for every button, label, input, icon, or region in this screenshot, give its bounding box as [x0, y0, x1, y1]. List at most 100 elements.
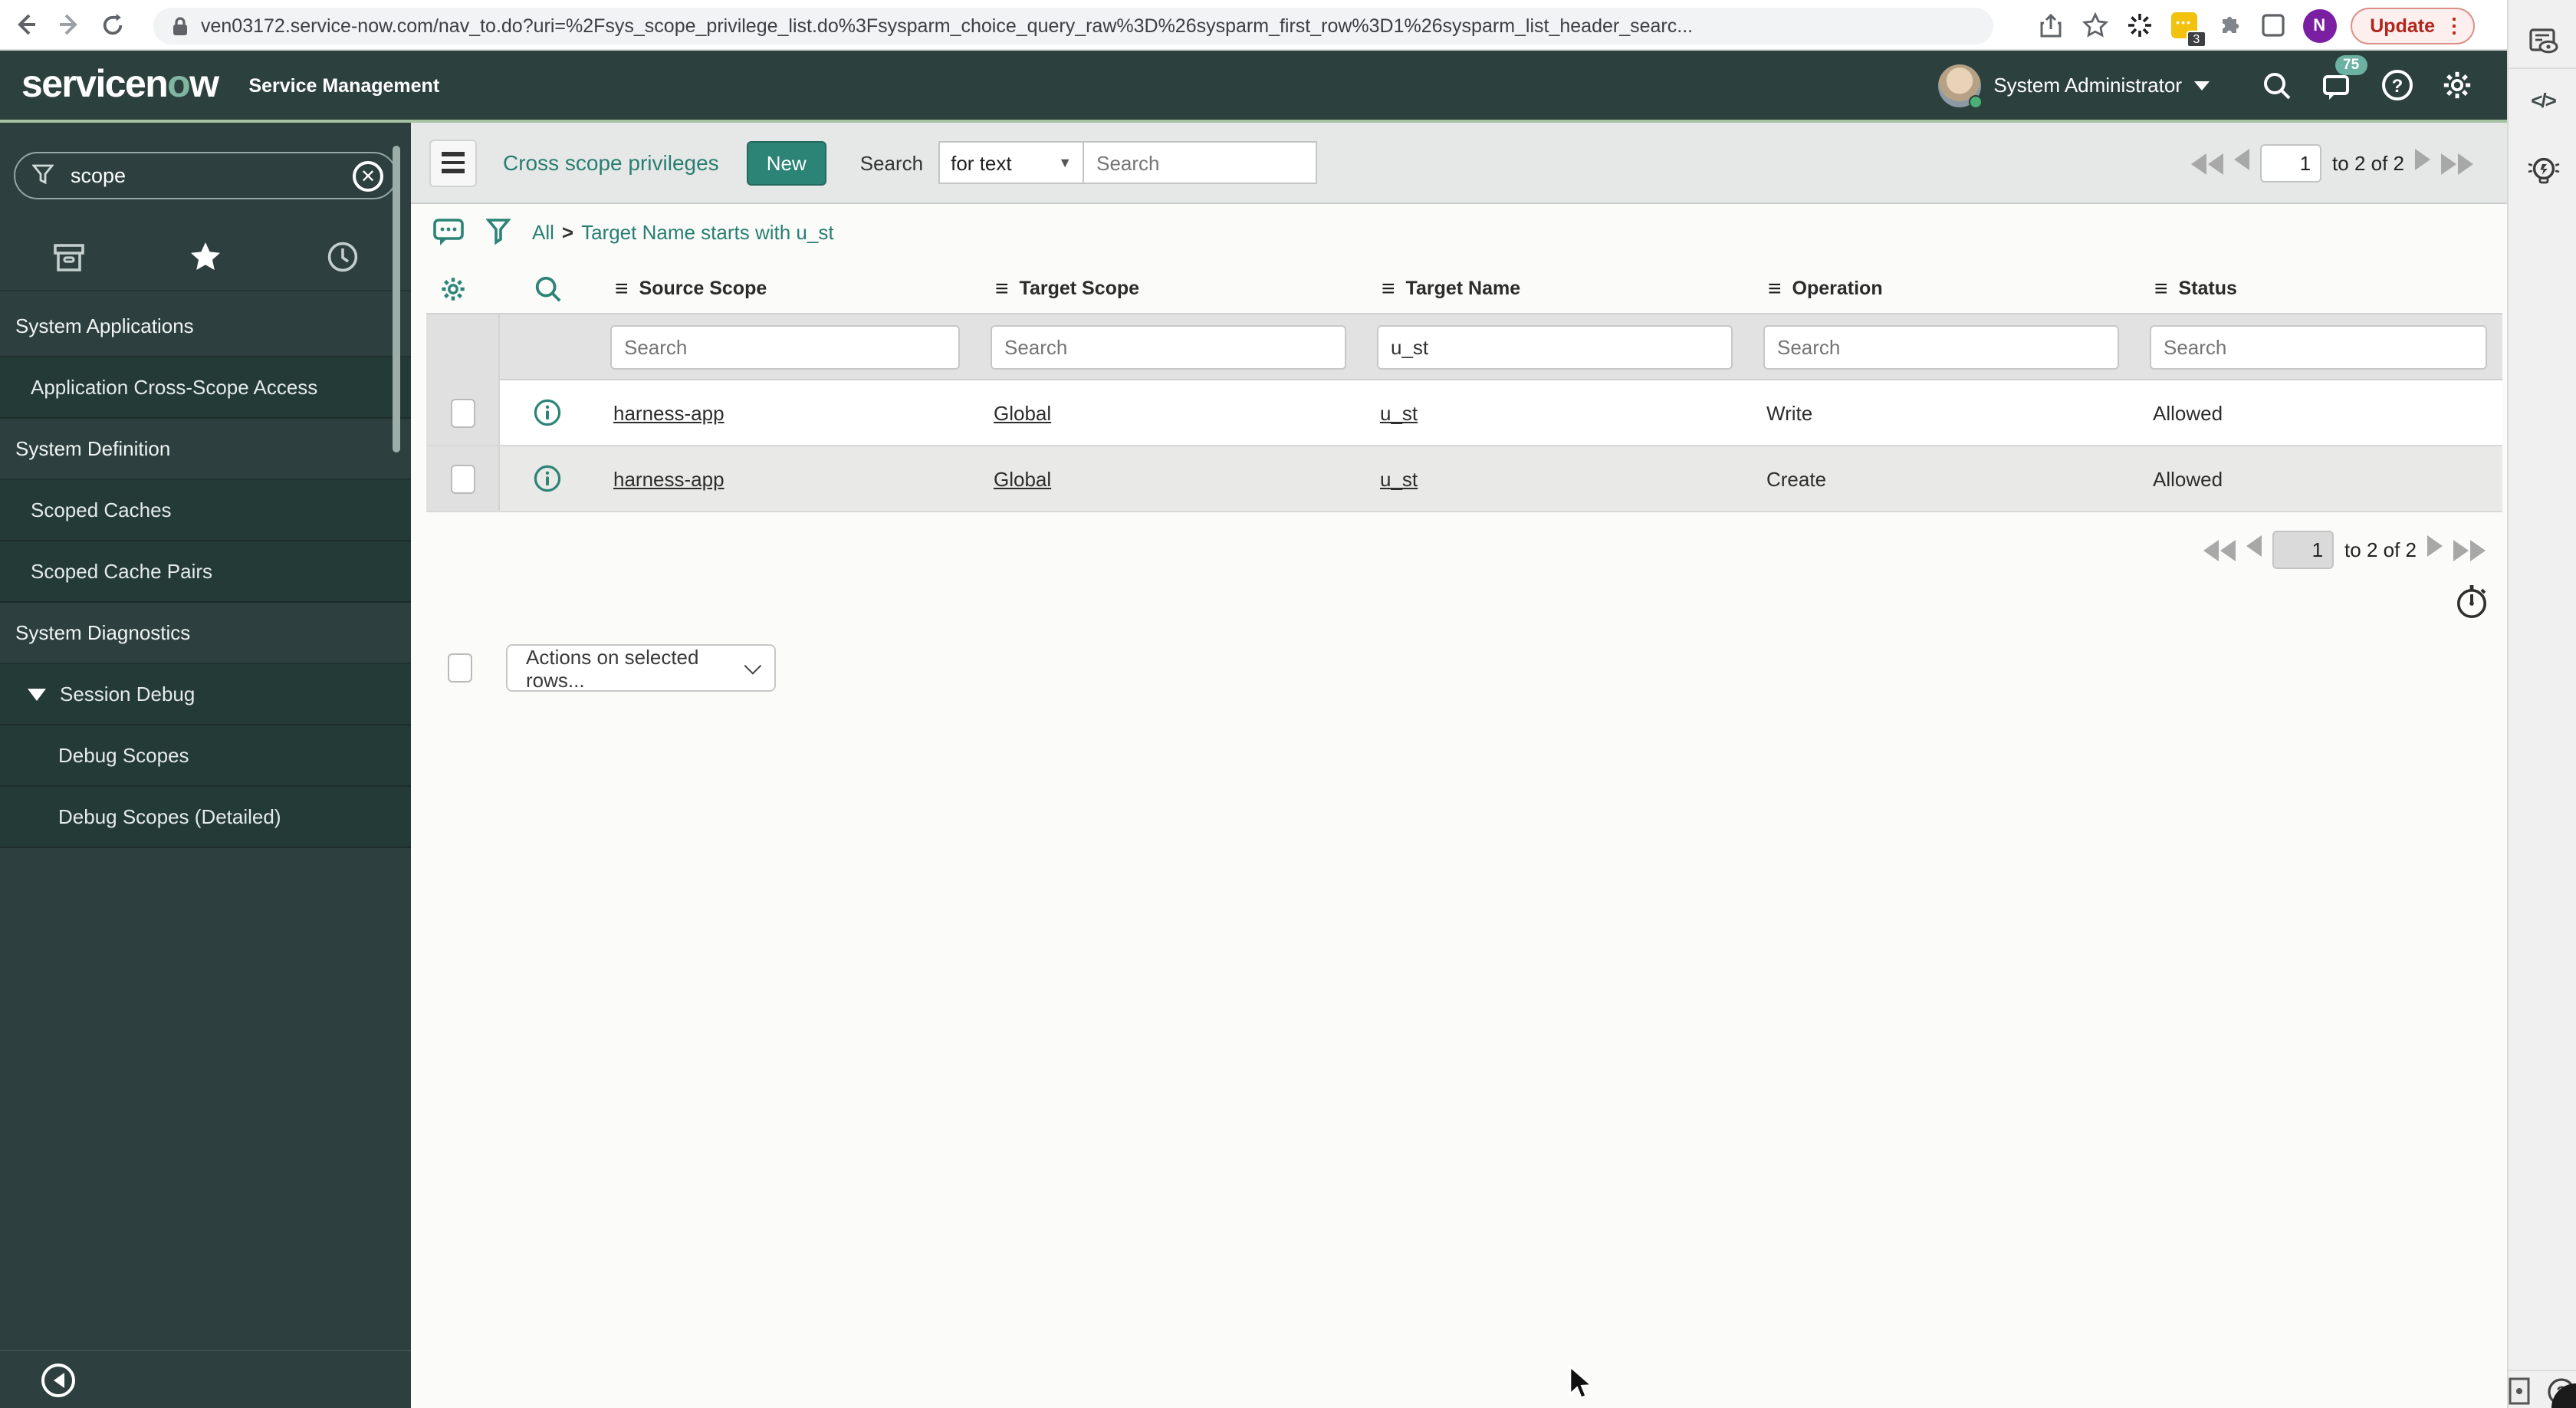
sidebar-item-system-definition[interactable]: System Definition [0, 419, 411, 480]
column-menu-icon[interactable]: ≡ [1768, 277, 1782, 300]
strip-divider [2509, 67, 2576, 69]
last-page-button[interactable] [2453, 539, 2486, 561]
list-search-input[interactable] [1084, 141, 1318, 184]
next-page-button[interactable] [2415, 149, 2430, 178]
global-search-icon[interactable] [2260, 68, 2294, 102]
column-menu-icon[interactable]: ≡ [2154, 277, 2168, 300]
sidebar-item-scoped-caches[interactable]: Scoped Caches [0, 480, 411, 541]
column-search-source-scope[interactable] [610, 325, 960, 370]
user-avatar[interactable] [1938, 64, 1983, 108]
first-page-button[interactable] [2203, 539, 2236, 561]
record-link[interactable]: Global [994, 401, 1051, 424]
tab-favorites[interactable] [189, 241, 223, 273]
record-link[interactable]: u_st [1380, 467, 1418, 490]
prev-page-button[interactable] [2234, 149, 2250, 178]
column-search-target-name[interactable] [1377, 325, 1733, 370]
sidebar-footer [0, 1350, 411, 1408]
column-search-operation[interactable] [1763, 325, 2119, 370]
list-context-menu-button[interactable] [429, 139, 477, 186]
last-page-button[interactable] [2441, 153, 2473, 174]
prev-page-button[interactable] [2246, 535, 2262, 564]
column-header-target-name[interactable]: ≡ Target Name [1362, 277, 1748, 300]
conversations-icon[interactable]: 75 [2320, 54, 2367, 102]
breadcrumb-condition-link[interactable]: Target Name starts with u_st [581, 221, 833, 244]
reading-list-icon[interactable] [2509, 28, 2576, 57]
clear-filter-icon[interactable]: ✕ [353, 160, 383, 191]
sidebar-item-scoped-cache-pairs[interactable]: Scoped Cache Pairs [0, 541, 411, 603]
column-menu-icon[interactable]: ≡ [1382, 277, 1395, 300]
record-link[interactable]: Global [994, 467, 1051, 490]
expanded-triangle-icon[interactable] [28, 688, 46, 700]
list-gear-icon[interactable] [439, 274, 468, 303]
next-page-button[interactable] [2427, 535, 2443, 564]
lock-icon[interactable] [172, 16, 189, 36]
collapse-navigator-button[interactable] [41, 1363, 75, 1396]
filter-navigator-input[interactable] [67, 163, 328, 189]
star-icon [191, 242, 221, 270]
share-icon[interactable] [2036, 10, 2066, 41]
sidebar-scrollbar[interactable] [393, 146, 400, 452]
browser-update-button[interactable]: Update ⋮ [2350, 7, 2475, 44]
row-checkbox[interactable] [450, 398, 475, 427]
sidebar-item-session-debug[interactable]: Session Debug [0, 664, 411, 725]
extension-spinner-icon[interactable] [2124, 10, 2155, 41]
settings-gear-icon[interactable] [2440, 68, 2473, 102]
navigator-filter[interactable]: ✕ [14, 152, 397, 199]
column-header-source-scope[interactable]: ≡ Source Scope [595, 277, 975, 300]
record-link[interactable]: harness-app [613, 467, 724, 490]
reload-icon [102, 13, 122, 35]
filter-icon[interactable] [486, 218, 511, 247]
xml-code-icon[interactable]: </> [2509, 89, 2576, 112]
back-button[interactable] [9, 8, 43, 41]
sidebar-item-system-diagnostics[interactable]: System Diagnostics [0, 603, 411, 664]
new-button[interactable]: New [746, 140, 826, 185]
back-arrow-icon [18, 14, 35, 35]
sidebar-item-application-cross-scope-access[interactable]: Application Cross-Scope Access [0, 357, 411, 419]
page-number-input[interactable] [2260, 144, 2322, 183]
actions-on-selected-rows-select[interactable]: Actions on selected rows... [506, 644, 776, 692]
row-checkbox[interactable] [450, 464, 475, 493]
address-bar[interactable]: ven03172.service-now.com/nav_to.do?uri=%… [153, 8, 1993, 44]
sidebar-item-debug-scopes[interactable]: Debug Scopes [0, 725, 411, 787]
user-menu[interactable]: System Administrator [1938, 64, 2210, 108]
personalize-comments-icon[interactable] [432, 218, 465, 247]
record-preview-icon[interactable] [534, 399, 561, 426]
column-menu-icon[interactable]: ≡ [995, 277, 1009, 300]
record-link[interactable]: u_st [1380, 401, 1418, 424]
column-menu-icon[interactable]: ≡ [615, 277, 629, 300]
extension-notes-icon[interactable]: ••• 3 [2169, 10, 2206, 47]
insight-lightbulb-icon[interactable] [2509, 153, 2576, 190]
response-time-indicator[interactable] [2455, 583, 2489, 620]
help-icon[interactable]: ? [2380, 68, 2413, 102]
search-type-select[interactable]: for text ▼ [938, 141, 1085, 184]
tab-all-applications[interactable] [52, 242, 86, 272]
tab-history[interactable] [327, 241, 359, 273]
bookmark-star-icon[interactable] [2080, 10, 2111, 41]
side-panel-icon[interactable] [2258, 10, 2288, 41]
application-window: ven03172.service-now.com/nav_to.do?uri=%… [0, 0, 2576, 1408]
column-header-status[interactable]: ≡ Status [2134, 277, 2502, 300]
first-page-button[interactable] [2191, 153, 2224, 174]
column-header-operation[interactable]: ≡ Operation [1748, 277, 2134, 300]
cell-target-name: u_st [1362, 446, 1748, 511]
list-title-link[interactable]: Cross scope privileges [503, 150, 719, 175]
column-search-target-scope[interactable] [991, 325, 1346, 370]
sidebar-item-debug-scopes-detailed[interactable]: Debug Scopes (Detailed) [0, 787, 411, 848]
browser-toolbar: ven03172.service-now.com/nav_to.do?uri=%… [0, 0, 2576, 51]
extensions-puzzle-icon[interactable] [2213, 10, 2244, 41]
reload-button[interactable] [95, 8, 129, 41]
breadcrumb-all-link[interactable]: All [532, 221, 554, 244]
record-link[interactable]: harness-app [613, 401, 724, 424]
cell-status: Allowed [2153, 401, 2223, 424]
forward-button[interactable] [52, 8, 86, 41]
column-search-status[interactable] [2150, 325, 2487, 370]
column-search-icon[interactable] [533, 274, 562, 303]
column-header-target-scope[interactable]: ≡ Target Scope [975, 277, 1362, 300]
sidebar-item-system-applications[interactable]: System Applications [0, 296, 411, 357]
page-number-input[interactable] [2272, 531, 2334, 569]
record-preview-icon[interactable] [534, 465, 561, 492]
clock-icon [328, 242, 358, 272]
select-all-checkbox[interactable] [448, 653, 472, 683]
browser-menu-kebab-icon[interactable]: ⋮ [2444, 13, 2464, 38]
browser-profile-avatar[interactable]: N [2302, 8, 2337, 42]
